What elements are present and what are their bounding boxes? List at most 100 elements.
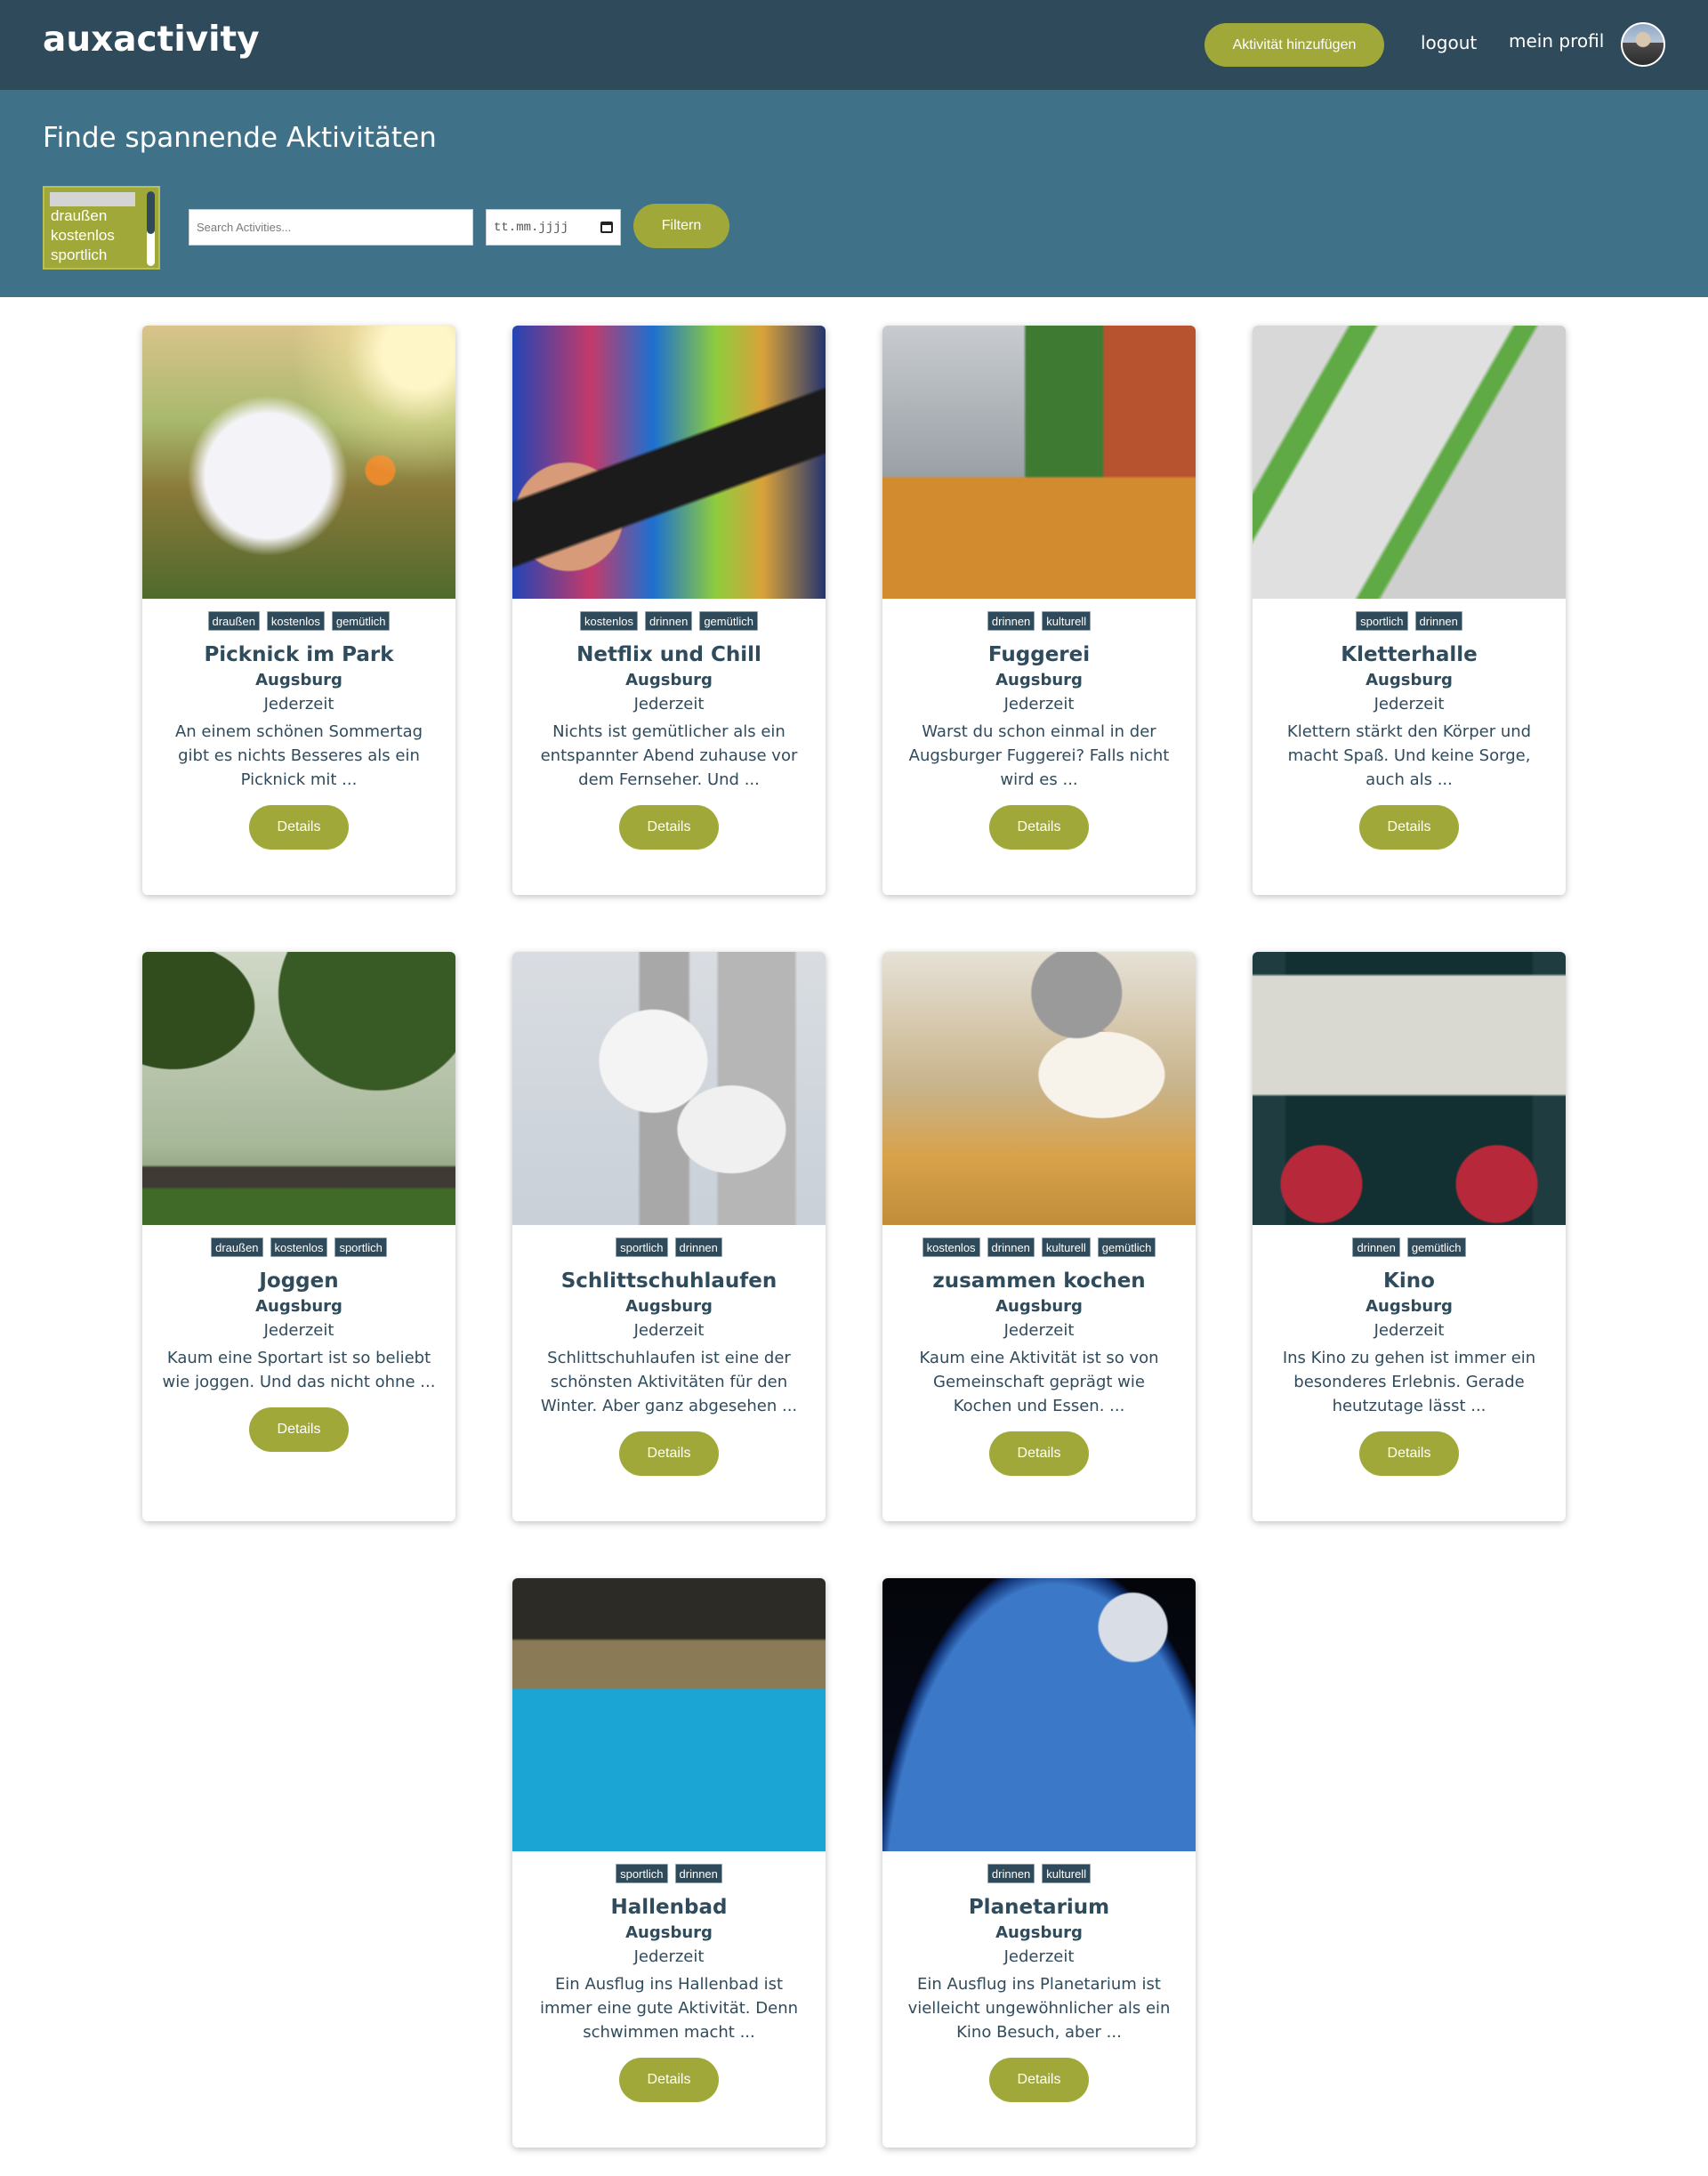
tag-list: sportlich drinnen — [512, 1864, 826, 1883]
cooking-image — [882, 952, 1196, 1225]
activity-card: sportlich drinnen Kletterhalle Augsburg Jede… — [1253, 326, 1566, 895]
tag-badge: gemütlich — [699, 611, 758, 631]
tag-list: kostenlos drinnen kulturell gemütlich — [882, 1237, 1196, 1257]
tag-badge: kostenlos — [922, 1237, 980, 1257]
details-button[interactable]: Details — [989, 805, 1089, 850]
indoor-pool-image — [512, 1578, 826, 1851]
card-description: Nichts ist gemütlicher als ein entspannt… — [540, 722, 798, 789]
card-title: Joggen — [259, 1269, 339, 1293]
park-jogging-image — [142, 952, 455, 1225]
tag-badge: kostenlos — [580, 611, 638, 631]
card-title: Netflix und Chill — [576, 643, 761, 666]
top-navbar: auxactivity Aktivität hinzufügen logout … — [0, 0, 1708, 90]
activity-card: draußen kostenlos gemütlich Picknick im Par… — [142, 326, 455, 895]
search-input[interactable]: Search Activities... — [189, 209, 473, 246]
fuggerei-image — [882, 326, 1196, 599]
card-title: Kletterhalle — [1341, 643, 1478, 666]
logout-link[interactable]: logout — [1421, 32, 1477, 53]
card-description: Warst du schon einmal in der Augsburger … — [908, 722, 1170, 789]
card-time: Jederzeit — [1374, 695, 1445, 713]
tag-badge: sportlich — [616, 1237, 668, 1257]
tv-remote-image — [512, 326, 826, 599]
details-button[interactable]: Details — [1359, 805, 1459, 850]
tag-badge: drinnen — [674, 1237, 722, 1257]
card-title: zusammen kochen — [932, 1269, 1146, 1293]
tag-multiselect[interactable]: draußen kostenlos sportlich — [43, 186, 160, 270]
card-description: Schlittschuhlaufen ist eine der schönste… — [540, 1349, 798, 1415]
filter-button[interactable]: Filtern — [633, 204, 729, 248]
avatar[interactable] — [1621, 22, 1665, 67]
card-city: Augsburg — [255, 671, 342, 689]
date-placeholder: tt.mm.jjjj — [494, 220, 569, 235]
ice-skates-image — [512, 952, 826, 1225]
card-city: Augsburg — [625, 1297, 713, 1316]
details-button[interactable]: Details — [619, 1431, 719, 1476]
card-description: Kaum eine Aktivität ist so von Gemeinsch… — [919, 1349, 1159, 1415]
calendar-icon[interactable] — [600, 222, 613, 233]
card-city: Augsburg — [995, 671, 1083, 689]
tag-select-scrollbar[interactable] — [147, 191, 155, 266]
add-activity-button[interactable]: Aktivität hinzufügen — [1204, 23, 1384, 67]
tag-badge: kostenlos — [266, 611, 325, 631]
card-description: An einem schönen Sommertag gibt es nicht… — [174, 722, 423, 789]
card-time: Jederzeit — [633, 695, 705, 713]
details-button[interactable]: Details — [989, 2058, 1089, 2102]
tag-badge: gemütlich — [1097, 1237, 1156, 1257]
details-button[interactable]: Details — [619, 2058, 719, 2102]
details-button[interactable]: Details — [249, 805, 349, 850]
tag-list: draußen kostenlos sportlich — [142, 1237, 455, 1257]
tag-option[interactable]: sportlich — [48, 246, 155, 265]
tag-badge: drinnen — [987, 1237, 1035, 1257]
tag-badge: sportlich — [334, 1237, 387, 1257]
tag-list: kostenlos drinnen gemütlich — [512, 611, 826, 631]
tag-list: drinnen kulturell — [882, 611, 1196, 631]
card-city: Augsburg — [625, 671, 713, 689]
profile-link[interactable]: mein profil — [1509, 30, 1604, 52]
tag-badge: kulturell — [1041, 1237, 1091, 1257]
cinema-image — [1253, 952, 1566, 1225]
card-description: Ein Ausflug ins Planetarium ist vielleic… — [907, 1975, 1171, 2042]
card-description: Kaum eine Sportart ist so beliebt wie jo… — [162, 1349, 436, 1391]
card-description: Klettern stärkt den Körper und macht Spa… — [1286, 722, 1532, 789]
tag-option[interactable]: draußen — [48, 206, 155, 226]
filter-section: Finde spannende Aktivitäten draußen kost… — [0, 90, 1708, 297]
tag-badge: drinnen — [987, 611, 1035, 631]
tag-badge: drinnen — [644, 611, 693, 631]
card-city: Augsburg — [995, 1923, 1083, 1942]
card-city: Augsburg — [255, 1297, 342, 1316]
date-input[interactable]: tt.mm.jjjj — [486, 209, 621, 246]
details-button[interactable]: Details — [249, 1407, 349, 1452]
card-time: Jederzeit — [633, 1321, 705, 1340]
card-title: Planetarium — [968, 1896, 1110, 1919]
card-title: Picknick im Park — [204, 643, 394, 666]
details-button[interactable]: Details — [1359, 1431, 1459, 1476]
page-title: Finde spannende Aktivitäten — [43, 122, 437, 154]
brand-logo[interactable]: auxactivity — [43, 20, 260, 60]
tag-badge: gemütlich — [1406, 1237, 1466, 1257]
tag-option[interactable]: kostenlos — [48, 226, 155, 246]
card-title: Schlittschuhlaufen — [560, 1269, 777, 1293]
climbing-wall-image — [1253, 326, 1566, 599]
activity-card: kostenlos drinnen gemütlich Netflix und Chi… — [512, 326, 826, 895]
card-time: Jederzeit — [1003, 1321, 1075, 1340]
activity-card: drinnen kulturell Planetarium Augsburg Jeder… — [882, 1578, 1196, 2148]
card-title: Fuggerei — [987, 643, 1091, 666]
tag-badge: kostenlos — [270, 1237, 328, 1257]
tag-list: drinnen kulturell — [882, 1864, 1196, 1883]
activity-card: drinnen kulturell Fuggerei Augsburg Jederzei… — [882, 326, 1196, 895]
tag-list: sportlich drinnen — [1253, 611, 1566, 631]
card-time: Jederzeit — [1374, 1321, 1445, 1340]
card-city: Augsburg — [625, 1923, 713, 1942]
details-button[interactable]: Details — [989, 1431, 1089, 1476]
tag-badge: kulturell — [1042, 611, 1092, 631]
card-city: Augsburg — [995, 1297, 1083, 1316]
tag-badge: sportlich — [616, 1864, 668, 1883]
tag-badge: kulturell — [1042, 1864, 1092, 1883]
card-description: Ein Ausflug ins Hallenbad ist immer eine… — [539, 1975, 799, 2042]
tag-badge: sportlich — [1356, 611, 1408, 631]
details-button[interactable]: Details — [619, 805, 719, 850]
card-time: Jederzeit — [1003, 1947, 1075, 1966]
tag-list: drinnen gemütlich — [1253, 1237, 1566, 1257]
astronaut-earth-image — [882, 1578, 1196, 1851]
card-city: Augsburg — [1366, 671, 1453, 689]
